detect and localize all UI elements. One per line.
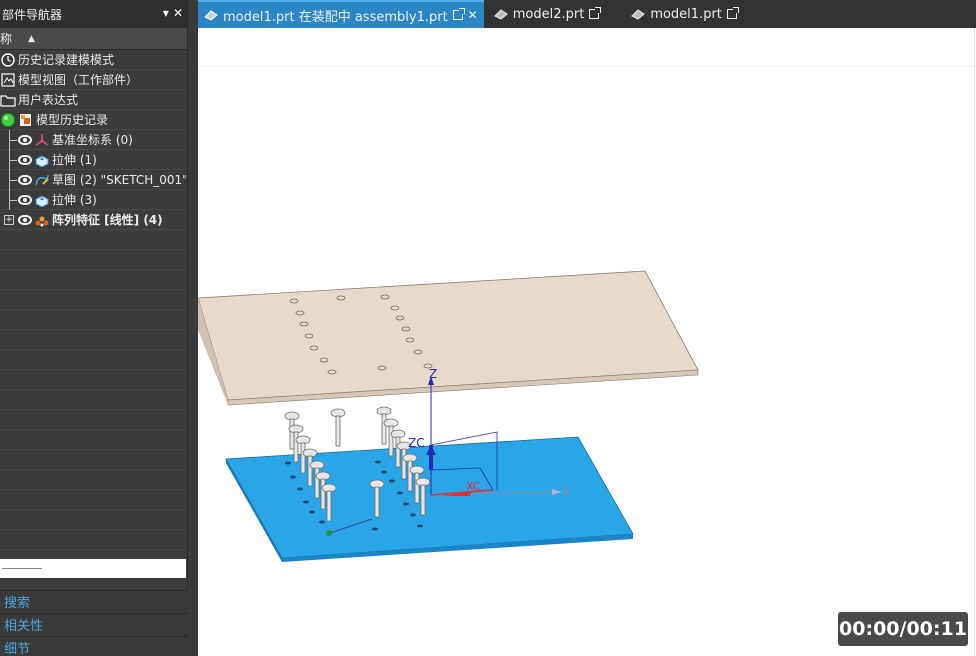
- assembly-3d-scene[interactable]: Z ZC XC X: [198, 28, 976, 656]
- part-file-icon: [631, 9, 646, 20]
- tab-model1-in-assembly[interactable]: model1.prt 在装配中 assembly1.prt ✕: [198, 0, 484, 28]
- navigator-tree: 历史记录建模模式 模型视图（工作部件） 用户表达式 模型历史记录 基准坐标系 (…: [0, 50, 186, 558]
- folder-icon: [0, 94, 16, 107]
- tree-row-label: 用户表达式: [18, 93, 79, 107]
- tree-connector: [9, 200, 17, 201]
- extrude-icon: [35, 154, 49, 167]
- tree-row-history-mode[interactable]: 历史记录建模模式: [0, 50, 186, 70]
- tab-label: model1.prt: [650, 6, 722, 22]
- tree-row-model-history[interactable]: 模型历史记录: [0, 110, 186, 130]
- top-plate[interactable]: [198, 270, 699, 406]
- tree-row-empty: [0, 450, 186, 470]
- tree-connector: [9, 180, 17, 181]
- tree-row-extrude-1[interactable]: 拉伸 (1): [0, 150, 186, 170]
- eye-icon[interactable]: [18, 154, 32, 165]
- column-header-name[interactable]: 称 ▲: [0, 28, 187, 50]
- tree-row-label: 基准坐标系 (0): [52, 133, 133, 147]
- tree-row-empty: [0, 530, 186, 550]
- tree-row-label: 模型视图（工作部件）: [18, 73, 139, 87]
- navigator-title-bar: 部件导航器 ▾ ✕: [0, 0, 187, 28]
- part-file-icon: [204, 10, 218, 21]
- chevron-down-icon[interactable]: ▾: [163, 6, 169, 20]
- status-green-icon: [1, 112, 15, 127]
- tab-model2[interactable]: model2.prt: [488, 0, 606, 28]
- section-dependencies[interactable]: 相关性: [0, 613, 188, 635]
- model-view-icon: [1, 72, 15, 87]
- eye-icon[interactable]: [18, 214, 32, 225]
- tab-model1[interactable]: model1.prt: [625, 0, 743, 28]
- tree-row-empty: [0, 490, 186, 510]
- axis-label-xc: XC: [466, 480, 481, 493]
- expand-plus-icon[interactable]: +: [4, 214, 14, 225]
- eye-icon[interactable]: [18, 174, 32, 185]
- tree-row-datum-csys[interactable]: 基准坐标系 (0): [0, 130, 186, 150]
- tree-row-user-expressions[interactable]: 用户表达式: [0, 90, 186, 110]
- tree-row-extrude-3[interactable]: 拉伸 (3): [0, 190, 186, 210]
- tree-row-label: 模型历史记录: [36, 113, 109, 127]
- tree-row-empty: [0, 330, 186, 350]
- tree-row-sketch-2[interactable]: 草图 (2) "SKETCH_001": [0, 170, 186, 190]
- axis-label-zc: ZC: [408, 436, 425, 450]
- graphics-viewport[interactable]: Z ZC XC X 00:00/00:11: [198, 28, 976, 656]
- eye-icon[interactable]: [18, 134, 32, 145]
- tree-connector: [9, 160, 17, 161]
- popout-icon[interactable]: [726, 7, 739, 19]
- tree-row-label: 阵列特征 [线性] (4): [52, 213, 163, 227]
- tree-row-model-views[interactable]: 模型视图（工作部件）: [0, 70, 186, 90]
- tree-row-empty: [0, 430, 186, 450]
- popout-icon[interactable]: [589, 7, 602, 19]
- tree-row-empty: [0, 510, 186, 530]
- tree-row-label: 拉伸 (3): [52, 193, 97, 207]
- close-icon[interactable]: ✕: [173, 6, 183, 20]
- axis-label-z: Z: [429, 367, 437, 381]
- history-icon: [20, 113, 31, 126]
- tree-row-empty: [0, 470, 186, 490]
- axis-label-x: X: [562, 485, 570, 499]
- navigator-title: 部件导航器: [2, 7, 63, 22]
- tab-label: model2.prt: [512, 6, 585, 22]
- popout-icon[interactable]: [452, 8, 465, 20]
- section-details[interactable]: 细节: [0, 636, 188, 656]
- tree-row-empty: [0, 310, 186, 330]
- tab-label: model1.prt 在装配中 assembly1.prt: [223, 9, 448, 25]
- tree-row-empty: [0, 230, 186, 250]
- tree-row-label: 拉伸 (1): [52, 153, 97, 167]
- eye-icon[interactable]: [18, 194, 32, 205]
- pattern-icon: [35, 216, 49, 226]
- clock-icon: [1, 52, 15, 67]
- extrude-icon: [35, 194, 49, 207]
- panel-splitter[interactable]: [188, 0, 198, 656]
- tree-row-empty: [0, 370, 186, 390]
- sketch-icon: [35, 174, 49, 185]
- tree-row-empty: [0, 390, 186, 410]
- tree-row-empty: [0, 250, 186, 270]
- tree-connector: [9, 140, 17, 141]
- tree-row-empty: [0, 350, 186, 370]
- horizontal-scrollbar[interactable]: [0, 559, 186, 578]
- tree-row-pattern-feature[interactable]: + 阵列特征 [线性] (4): [0, 210, 186, 230]
- part-file-icon: [493, 9, 508, 20]
- section-search[interactable]: 搜索: [0, 590, 188, 612]
- tree-row-empty: [0, 270, 186, 290]
- document-tab-bar: model1.prt 在装配中 assembly1.prt ✕ model2.p…: [198, 0, 976, 28]
- tree-row-empty: [0, 410, 186, 430]
- tree-row-label: 历史记录建模模式: [18, 53, 115, 67]
- sort-ascending-icon: ▲: [28, 33, 35, 44]
- video-timer: 00:00/00:11: [838, 612, 968, 646]
- viewport-border: [974, 28, 975, 656]
- datum-csys-icon: [35, 133, 49, 146]
- tree-row-empty: [0, 290, 186, 310]
- tree-row-label: 草图 (2) "SKETCH_001": [52, 173, 186, 187]
- close-icon[interactable]: ✕: [468, 8, 478, 22]
